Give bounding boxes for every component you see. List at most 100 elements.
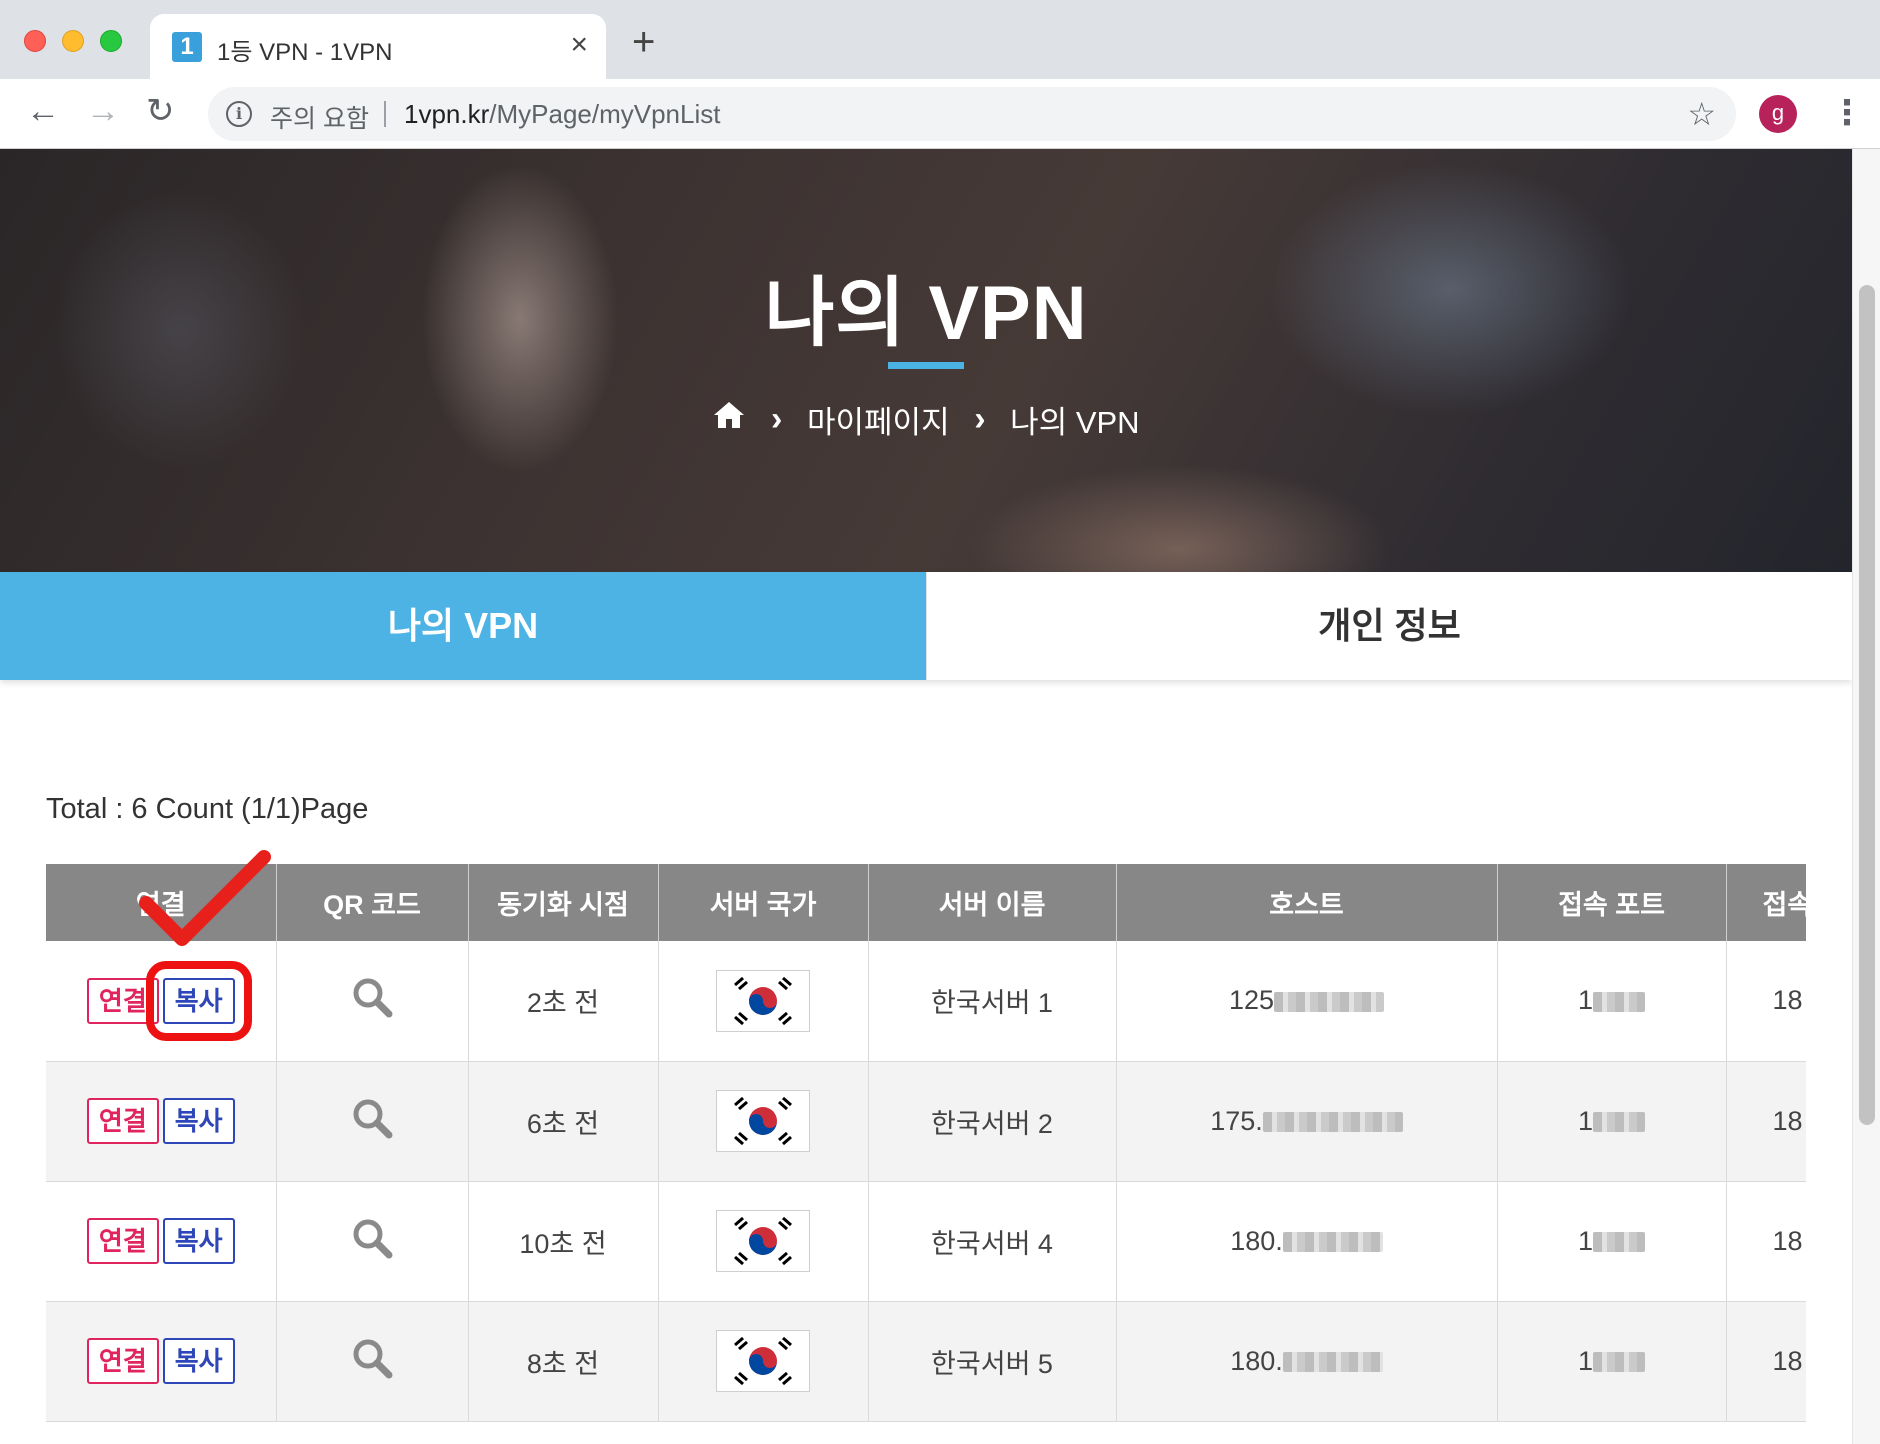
url-text[interactable]: 1vpn.kr/MyPage/myVpnList [404,99,720,130]
search-icon[interactable] [351,1217,393,1266]
header-server-name: 서버 이름 [868,864,1117,941]
connection-cell: 18 [1726,1301,1806,1422]
scrollbar-thumb[interactable] [1859,285,1875,1125]
sync-time-cell: 6초 전 [468,1061,659,1182]
tab-personal-info[interactable]: 개인 정보 [926,572,1852,680]
qr-cell [276,941,469,1062]
search-icon[interactable] [351,976,393,1025]
connection-cell: 18 [1726,941,1806,1062]
port-value: 1 [1577,1225,1594,1256]
host-value: 180. [1230,1345,1283,1376]
title-underline [888,362,964,369]
connect-button[interactable]: 연결 [86,977,159,1024]
home-icon[interactable] [712,400,746,439]
server-name-cell: 한국서버 2 [868,1061,1117,1182]
host-value: 180. [1230,1225,1283,1256]
connect-button[interactable]: 연결 [86,1098,159,1144]
copy-button[interactable]: 복사 [162,1218,235,1264]
header-port: 접속 포트 [1497,864,1727,941]
forward-arrow-icon[interactable]: → [86,91,120,131]
south-korea-flag-icon [716,1330,810,1392]
copy-button[interactable]: 복사 [162,1338,235,1384]
redacted-host [1282,1232,1383,1253]
redacted-port [1593,1232,1646,1253]
header-host: 호스트 [1116,864,1498,941]
page-viewport: 나의 VPN › 마이페이지 › 나의 VPN 나의 VPN 개인 정보 Tot… [0,149,1880,1444]
host-cell: 180. [1116,1181,1498,1302]
profile-avatar[interactable]: g [1759,95,1797,133]
redacted-host [1262,1112,1403,1133]
port-cell: 1 [1497,1181,1727,1302]
redacted-host [1274,992,1385,1013]
window-minimize-button[interactable] [62,30,84,52]
bookmark-star-icon[interactable]: ☆ [1687,95,1716,133]
site-favicon-icon: 1 [172,32,202,62]
country-cell [658,1301,869,1422]
qr-cell [276,1061,469,1182]
redacted-port [1593,1112,1646,1133]
server-name-cell: 한국서버 5 [868,1301,1117,1422]
window-close-button[interactable] [24,30,46,52]
country-cell [658,941,869,1062]
back-arrow-icon[interactable]: ← [26,91,60,131]
reload-icon[interactable]: ↻ [146,91,175,131]
copy-button[interactable]: 복사 [145,960,252,1041]
connection-cell: 18 [1726,1061,1806,1182]
header-server-country: 서버 국가 [658,864,869,941]
port-cell: 1 [1497,1061,1727,1182]
search-icon[interactable] [351,1097,393,1146]
table-header-row: 연결 QR 코드 동기화 시점 서버 국가 서버 이름 호스트 접속 포트 접속 [46,864,1806,941]
host-cell: 175. [1116,1061,1498,1182]
address-bar[interactable]: i 주의 요함 1vpn.kr/MyPage/myVpnList ☆ [208,87,1736,141]
host-value: 125 [1228,985,1275,1016]
browser-menu-icon[interactable]: ⋮ [1830,93,1864,133]
country-cell [658,1181,869,1302]
hero-banner: 나의 VPN › 마이페이지 › 나의 VPN [0,149,1852,572]
scrollbar[interactable] [1852,149,1880,1444]
connect-cell: 연결 복사 [46,1061,277,1182]
breadcrumb: › 마이페이지 › 나의 VPN [0,397,1852,442]
window-zoom-button[interactable] [100,30,122,52]
table-row: 연결 복사 8초 전 한국서버 5 180. 1 18 [46,1301,1806,1422]
page-title: 나의 VPN [764,271,1088,356]
browser-tab[interactable]: 1 1등 VPN - 1VPN × [150,14,606,79]
tab-title: 1등 VPN - 1VPN [217,39,393,66]
breadcrumb-item-mypage[interactable]: 마이페이지 [807,397,950,442]
port-value: 1 [1577,1345,1594,1376]
server-name-cell: 한국서버 1 [868,941,1117,1062]
browser-tab-bar: 1 1등 VPN - 1VPN × + [0,0,1880,79]
port-value: 1 [1577,1105,1594,1136]
chevron-right-icon: › [974,400,986,438]
vpn-table: 연결 QR 코드 동기화 시점 서버 국가 서버 이름 호스트 접속 포트 접속… [46,864,1806,1422]
new-tab-icon[interactable]: + [632,22,655,62]
connect-button[interactable]: 연결 [86,1218,159,1264]
security-label[interactable]: 주의 요함 [270,99,369,135]
copy-button[interactable]: 복사 [162,1098,235,1144]
info-icon[interactable]: i [226,101,252,127]
url-path: /MyPage/myVpnList [489,99,721,129]
port-cell: 1 [1497,1301,1727,1422]
page-tabs: 나의 VPN 개인 정보 [0,572,1852,680]
search-icon[interactable] [351,1337,393,1386]
sync-time-cell: 10초 전 [468,1181,659,1302]
vpn-table-container: 연결 QR 코드 동기화 시점 서버 국가 서버 이름 호스트 접속 포트 접속… [46,864,1806,1422]
connect-button[interactable]: 연결 [86,1338,159,1384]
chevron-right-icon: › [771,400,783,438]
host-cell: 125 [1116,941,1498,1062]
connection-cell: 18 [1726,1181,1806,1302]
tab-close-icon[interactable]: × [570,28,588,62]
south-korea-flag-icon [716,1090,810,1152]
qr-cell [276,1181,469,1302]
connect-cell: 연결 복사 [46,941,277,1062]
qr-cell [276,1301,469,1422]
connect-cell: 연결 복사 [46,1181,277,1302]
host-value: 175. [1210,1105,1263,1136]
port-cell: 1 [1497,941,1727,1062]
host-cell: 180. [1116,1301,1498,1422]
sync-time-cell: 2초 전 [468,941,659,1062]
total-count: Total : 6 Count (1/1)Page [46,793,369,825]
breadcrumb-item-my-vpn[interactable]: 나의 VPN [1010,397,1139,442]
south-korea-flag-icon [716,969,810,1032]
tab-my-vpn[interactable]: 나의 VPN [0,572,926,680]
redacted-host [1282,1352,1383,1373]
